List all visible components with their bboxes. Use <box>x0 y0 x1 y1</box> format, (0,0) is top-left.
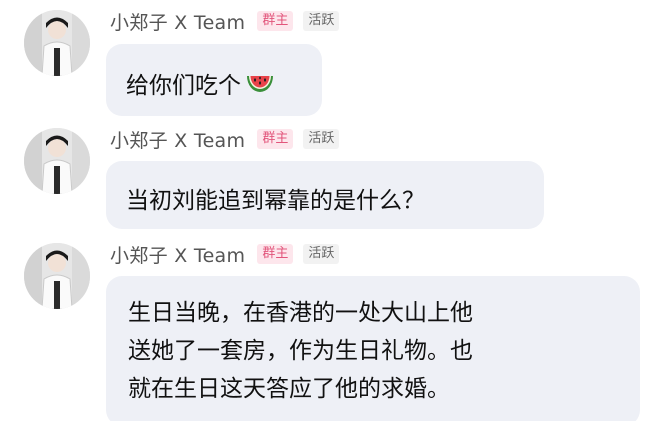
message-bubble[interactable]: 当初刘能追到幂靠的是什么？ <box>106 161 544 229</box>
message-text-line: 生日当晚，在香港的一处大山上他 <box>128 300 473 326</box>
chat-thread: 小郑子 X Team 群主 活跃 给你们吃个 小郑子 X Team 群主 活跃 … <box>0 0 660 421</box>
sender-name[interactable]: 小郑子 X Team <box>110 126 245 153</box>
message-text: 当初刘能追到幂靠的是什么？ <box>126 188 425 214</box>
avatar[interactable] <box>24 128 90 194</box>
message-header: 小郑子 X Team 群主 活跃 <box>110 126 340 153</box>
watermelon-icon <box>245 72 275 102</box>
activity-badge: 活跃 <box>303 129 340 149</box>
avatar-photo <box>24 128 90 194</box>
message-text: 给你们吃个 <box>126 73 241 99</box>
sender-name[interactable]: 小郑子 X Team <box>110 8 245 35</box>
message-text-line: 就在生日这天答应了他的求婚。 <box>128 376 450 402</box>
message-text-line: 送她了一套房，作为生日礼物。也 <box>128 338 473 364</box>
group-owner-badge: 群主 <box>257 244 294 264</box>
avatar-photo <box>24 243 90 309</box>
message-bubble[interactable]: 给你们吃个 <box>106 44 322 116</box>
group-owner-badge: 群主 <box>257 129 294 149</box>
message-bubble[interactable]: 生日当晚，在香港的一处大山上他 送她了一套房，作为生日礼物。也 就在生日这天答应… <box>106 276 640 421</box>
activity-badge: 活跃 <box>303 244 340 264</box>
message-header: 小郑子 X Team 群主 活跃 <box>110 8 340 35</box>
avatar[interactable] <box>24 10 90 76</box>
group-owner-badge: 群主 <box>257 11 294 31</box>
chat-message: 小郑子 X Team 群主 活跃 给你们吃个 <box>0 8 660 118</box>
activity-badge: 活跃 <box>303 11 340 31</box>
avatar-photo <box>24 10 90 76</box>
message-header: 小郑子 X Team 群主 活跃 <box>110 241 340 268</box>
avatar[interactable] <box>24 243 90 309</box>
sender-name[interactable]: 小郑子 X Team <box>110 241 245 268</box>
chat-message: 小郑子 X Team 群主 活跃 当初刘能追到幂靠的是什么？ <box>0 126 660 236</box>
chat-message: 小郑子 X Team 群主 活跃 生日当晚，在香港的一处大山上他 送她了一套房，… <box>0 241 660 421</box>
